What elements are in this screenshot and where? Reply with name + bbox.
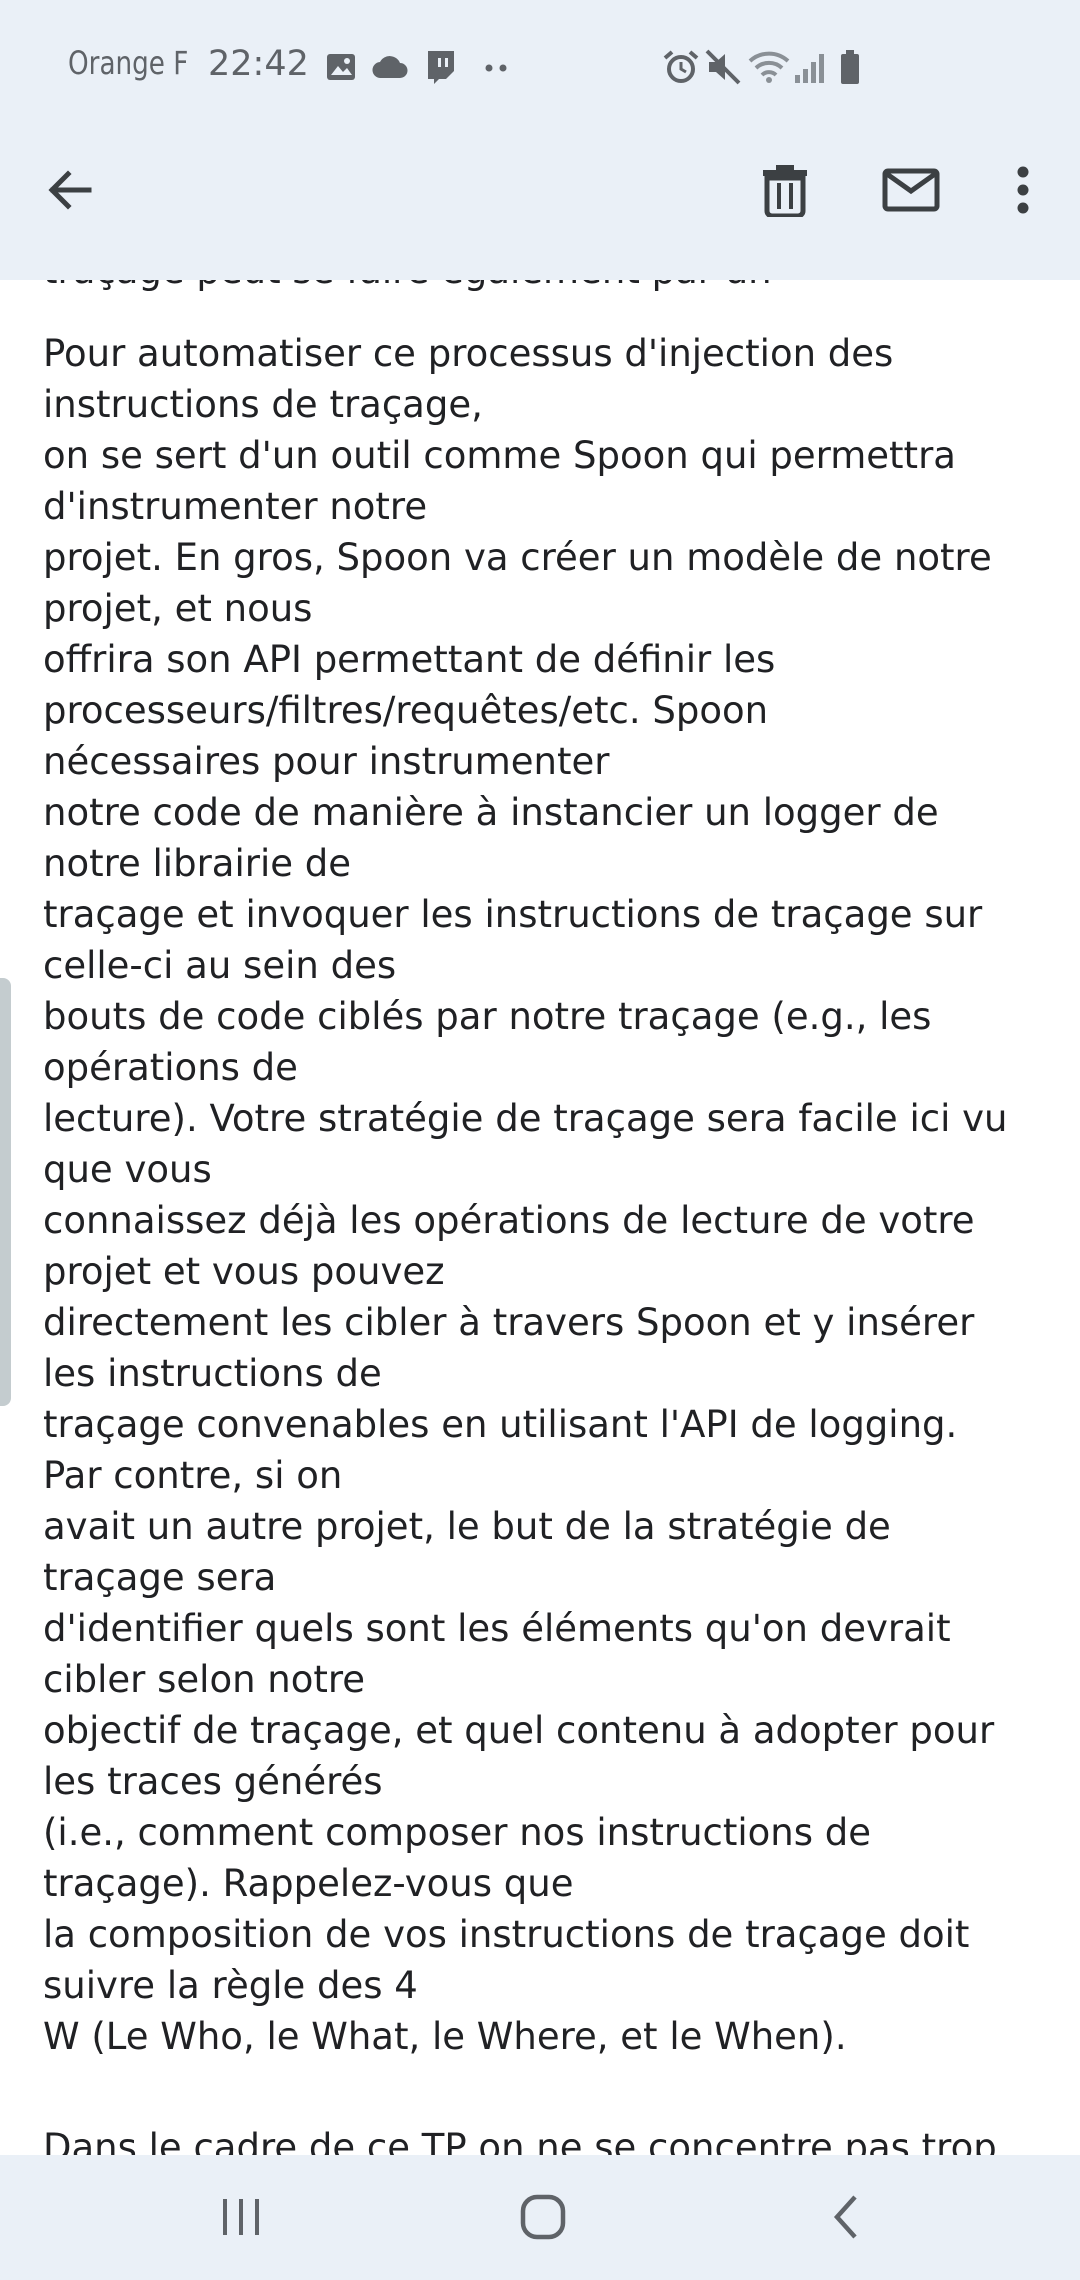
carrier-name: Orange F <box>68 44 189 82</box>
email-text-line: lecture). Votre stratégie de traçage ser… <box>43 1097 1008 1140</box>
email-text-line: projet, et nous <box>43 587 313 630</box>
scrollbar-handle[interactable] <box>0 978 11 1406</box>
email-text-line: traçage et invoquer les instructions de … <box>43 893 983 936</box>
email-text: Pour automatiser ce processus d'injectio… <box>43 328 1073 2062</box>
email-text-line: offrira son API permettant de définir le… <box>43 638 776 681</box>
battery-icon <box>841 50 859 84</box>
alarm-icon <box>663 50 699 83</box>
navigation-bar <box>0 2155 1080 2280</box>
email-toolbar <box>0 130 1080 280</box>
email-text-line: Pour automatiser ce processus d'injectio… <box>43 332 894 375</box>
email-text-line: objectif de traçage, et quel contenu à a… <box>43 1709 995 1752</box>
email-text-line: on se sert d'un outil comme Spoon qui pe… <box>43 434 956 477</box>
email-text-line: d'instrumenter notre <box>43 485 428 528</box>
email-text-line: W (Le Who, le What, le Where, et le When… <box>43 2015 847 2058</box>
email-text-line: d'identifier quels sont les éléments qu'… <box>43 1607 951 1650</box>
mark-unread-button[interactable] <box>866 145 956 235</box>
email-text-line: traçage convenables en utilisant l'API d… <box>43 1403 958 1446</box>
cloud-icon <box>372 56 408 79</box>
email-body[interactable]: traçage peut se faire également par un P… <box>0 280 1080 2155</box>
image-icon <box>327 54 355 80</box>
home-icon <box>520 2194 566 2240</box>
recent-apps-button[interactable] <box>191 2177 291 2257</box>
email-text-line: processeurs/filtres/requêtes/etc. Spoon <box>43 689 769 732</box>
more-dots-icon <box>485 64 507 72</box>
mute-icon <box>705 49 741 85</box>
email-text-line: projet et vous pouvez <box>43 1250 445 1293</box>
email-text-line: connaissez déjà les opérations de lectur… <box>43 1199 975 1242</box>
email-text-line: opérations de <box>43 1046 298 1089</box>
delete-icon <box>763 165 807 217</box>
signal-icon <box>795 54 824 83</box>
back-icon <box>833 2195 857 2239</box>
email-text-line: directement les cibler à travers Spoon e… <box>43 1301 975 1344</box>
email-text-line: traçage sera <box>43 1556 277 1599</box>
email-text-line: que vous <box>43 1148 212 1191</box>
email-text-line: Par contre, si on <box>43 1454 343 1497</box>
email-text-line: notre librairie de <box>43 842 351 885</box>
partial-line-top: traçage peut se faire également par un <box>43 280 772 296</box>
more-options-button[interactable] <box>978 145 1068 235</box>
back-arrow-icon <box>48 170 92 210</box>
email-text-line: notre code de manière à instancier un lo… <box>43 791 939 834</box>
mark-unread-icon <box>882 168 940 212</box>
twitch-icon <box>428 51 454 84</box>
recent-apps-icon <box>223 2199 259 2235</box>
email-text-line: traçage). Rappelez-vous que <box>43 1862 574 1905</box>
status-bar: Orange F 22:42 <box>0 0 1080 130</box>
nav-back-button[interactable] <box>796 2177 896 2257</box>
email-text-line: suivre la règle des 4 <box>43 1964 418 2007</box>
email-text-line: la composition de vos instructions de tr… <box>43 1913 970 1956</box>
email-text-line: instructions de traçage, <box>43 383 483 426</box>
clock: 22:42 <box>208 44 309 84</box>
email-text-line: projet. En gros, Spoon va créer un modèl… <box>43 536 992 579</box>
delete-button[interactable] <box>740 145 830 235</box>
email-text-line: les instructions de <box>43 1352 382 1395</box>
home-button[interactable] <box>493 2177 593 2257</box>
email-text-line: celle-ci au sein des <box>43 944 397 987</box>
back-button[interactable] <box>25 145 115 235</box>
email-text-line: avait un autre projet, le but de la stra… <box>43 1505 891 1548</box>
email-text-line: les traces générés <box>43 1760 383 1803</box>
email-text-line: (i.e., comment composer nos instructions… <box>43 1811 872 1854</box>
wifi-icon <box>748 51 790 83</box>
email-text-line: nécessaires pour instrumenter <box>43 740 610 783</box>
email-text-line: cibler selon notre <box>43 1658 366 1701</box>
email-text-line: bouts de code ciblés par notre traçage (… <box>43 995 932 1038</box>
more-vert-icon <box>1017 166 1029 214</box>
partial-line-bottom: Dans le cadre de ce TP on ne se concentr… <box>43 2126 997 2155</box>
